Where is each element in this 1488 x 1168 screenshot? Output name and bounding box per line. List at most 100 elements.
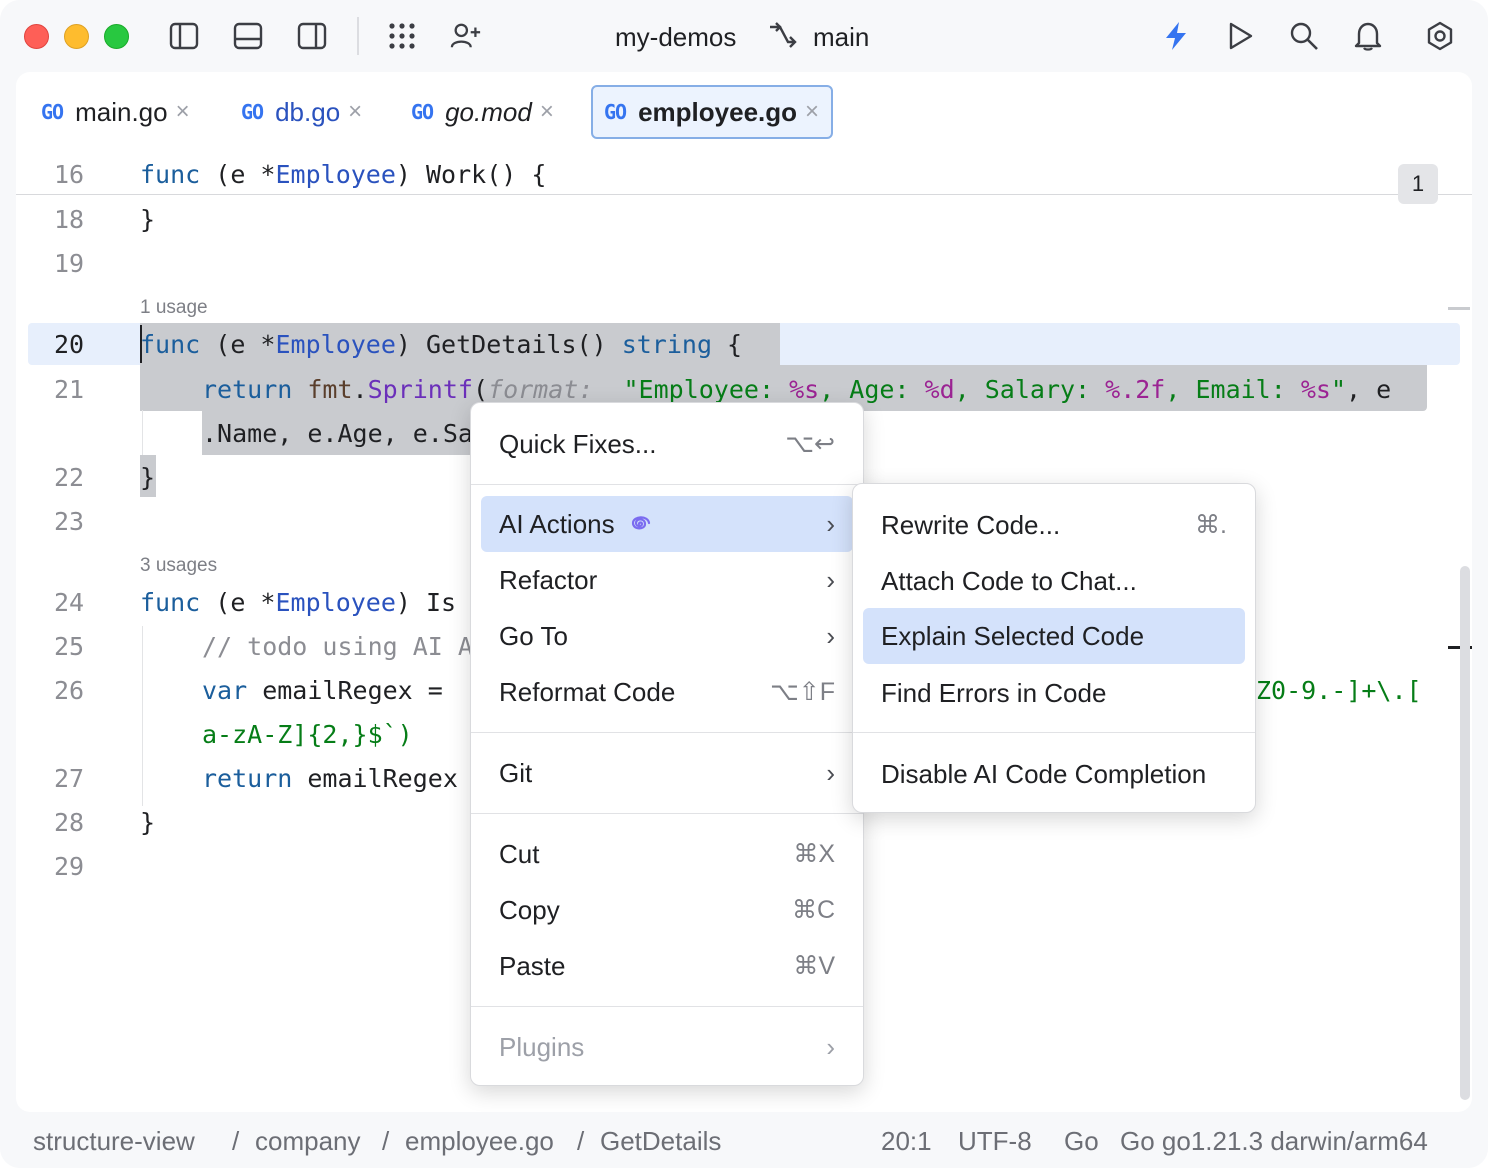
- ai-spiral-icon: [625, 511, 827, 537]
- code-line: func (e *Employee) GetDetails() string {: [140, 330, 743, 359]
- add-collaborator-icon[interactable]: [450, 20, 482, 52]
- inspection-count-badge[interactable]: 1: [1398, 164, 1438, 204]
- code-comment: // todo using AI A: [202, 632, 473, 661]
- line-number: 22: [54, 463, 85, 492]
- line-number: 28: [54, 808, 85, 837]
- code-line: }: [140, 463, 156, 492]
- indent-guide: [142, 410, 143, 455]
- tab-main-go[interactable]: GO main.go ×: [30, 85, 202, 139]
- zoom-window-button[interactable]: [104, 24, 129, 49]
- sticky-header-divider: [16, 194, 1472, 195]
- breadcrumb-item[interactable]: GetDetails: [600, 1126, 721, 1157]
- code-line: return emailRegex: [202, 764, 458, 793]
- close-window-button[interactable]: [24, 24, 49, 49]
- code-line-wrapped: .Name, e.Age, e.Sa: [202, 419, 473, 448]
- caret-position[interactable]: 20:1: [881, 1126, 932, 1157]
- run-icon[interactable]: [1224, 20, 1256, 52]
- line-number: 23: [54, 507, 85, 536]
- code-line-tail: Z0-9.-]+\.[: [1256, 676, 1422, 705]
- menu-item-attach-code-to-chat[interactable]: Attach Code to Chat...: [863, 553, 1245, 609]
- code-line: }: [140, 808, 156, 837]
- file-language[interactable]: Go: [1064, 1126, 1099, 1157]
- line-number: 29: [54, 852, 85, 881]
- chevron-right-icon: ›: [826, 564, 835, 595]
- menu-item-go-to[interactable]: Go To ›: [481, 608, 853, 664]
- tab-employee-go[interactable]: GO employee.go ×: [591, 85, 834, 139]
- menu-item-copy[interactable]: Copy ⌘C: [481, 882, 853, 938]
- code-line: func (e *Employee) Work() {: [140, 160, 547, 189]
- menu-item-rewrite-code[interactable]: Rewrite Code... ⌘.: [863, 497, 1245, 553]
- bottom-panel-toggle-icon[interactable]: [232, 20, 264, 52]
- line-number: 27: [54, 764, 85, 793]
- vertical-scrollbar[interactable]: [1460, 566, 1470, 1100]
- close-tab-icon[interactable]: ×: [540, 100, 554, 124]
- file-encoding[interactable]: UTF-8: [958, 1126, 1032, 1157]
- go-file-icon: GO: [411, 100, 434, 124]
- minimize-window-button[interactable]: [64, 24, 89, 49]
- project-name[interactable]: my-demos: [615, 22, 736, 53]
- menu-item-git[interactable]: Git ›: [481, 745, 853, 801]
- menu-item-refactor[interactable]: Refactor ›: [481, 552, 853, 608]
- search-icon[interactable]: [1288, 20, 1320, 52]
- code-line: return fmt.Sprintf(format: "Employee: %s…: [202, 375, 1392, 404]
- menu-separator: [853, 732, 1255, 733]
- lightning-icon[interactable]: [1160, 20, 1192, 52]
- menu-item-ai-actions[interactable]: AI Actions ›: [481, 496, 853, 552]
- usage-hint[interactable]: 1 usage: [140, 297, 208, 319]
- go-file-icon: GO: [241, 100, 264, 124]
- tab-label: go.mod: [445, 96, 532, 127]
- menu-item-paste[interactable]: Paste ⌘V: [481, 938, 853, 994]
- status-bar: structure-view / company / employee.go /…: [0, 1112, 1488, 1168]
- menu-separator: [471, 813, 863, 814]
- apps-grid-icon[interactable]: [386, 20, 418, 52]
- menu-item-find-errors[interactable]: Find Errors in Code: [863, 665, 1245, 721]
- chevron-right-icon: ›: [826, 508, 835, 539]
- tab-label: employee.go: [638, 96, 798, 127]
- menu-separator: [471, 1006, 863, 1007]
- right-panel-toggle-icon[interactable]: [296, 20, 328, 52]
- settings-gear-icon[interactable]: [1424, 20, 1456, 52]
- menu-item-reformat-code[interactable]: Reformat Code ⌥⇧F: [481, 664, 853, 720]
- menu-item-cut[interactable]: Cut ⌘X: [481, 826, 853, 882]
- menu-item-disable-ai-completion[interactable]: Disable AI Code Completion: [863, 746, 1245, 802]
- go-file-icon: GO: [604, 100, 627, 124]
- git-branch-name[interactable]: main: [813, 22, 869, 53]
- close-tab-icon[interactable]: ×: [176, 100, 190, 124]
- menu-item-explain-selected-code[interactable]: Explain Selected Code: [863, 608, 1245, 664]
- go-sdk-version[interactable]: Go go1.21.3 darwin/arm64: [1120, 1126, 1428, 1157]
- menu-separator: [471, 732, 863, 733]
- git-branch-icon: [766, 22, 798, 52]
- line-number: 19: [54, 249, 85, 278]
- code-line: }: [140, 205, 156, 234]
- chevron-right-icon: ›: [826, 1031, 835, 1062]
- line-number-current: 20: [54, 330, 85, 359]
- go-file-icon: GO: [41, 100, 64, 124]
- close-tab-icon[interactable]: ×: [805, 100, 819, 124]
- breadcrumb-separator: /: [382, 1126, 390, 1156]
- usage-hint[interactable]: 3 usages: [140, 555, 217, 577]
- breadcrumb-item[interactable]: company: [255, 1126, 361, 1157]
- menu-item-plugins[interactable]: Plugins ›: [481, 1019, 853, 1075]
- breadcrumb-separator: /: [232, 1126, 240, 1156]
- code-line-wrapped: a-zA-Z]{2,}$`): [202, 720, 413, 749]
- breadcrumb-item[interactable]: employee.go: [405, 1126, 554, 1157]
- tab-db-go[interactable]: GO db.go ×: [230, 85, 374, 139]
- left-panel-toggle-icon[interactable]: [168, 20, 200, 52]
- tab-go-mod[interactable]: GO go.mod ×: [400, 85, 566, 139]
- breadcrumb-separator: /: [577, 1126, 585, 1156]
- ai-actions-submenu: Rewrite Code... ⌘. Attach Code to Chat..…: [852, 483, 1256, 813]
- code-line: var emailRegex =: [202, 676, 443, 705]
- line-number: 24: [54, 588, 85, 617]
- close-tab-icon[interactable]: ×: [348, 100, 362, 124]
- indent-guide: [142, 626, 143, 806]
- menu-item-quick-fixes[interactable]: Quick Fixes... ⌥↩: [481, 416, 853, 472]
- line-number: 26: [54, 676, 85, 705]
- notifications-bell-icon[interactable]: [1352, 20, 1384, 52]
- ide-window: my-demos main GO main.go × GO db.go × GO…: [0, 0, 1488, 1168]
- breadcrumb-item[interactable]: structure-view: [33, 1126, 195, 1157]
- context-menu: Quick Fixes... ⌥↩ AI Actions › Refactor …: [470, 402, 864, 1086]
- code-line: func (e *Employee) Is: [140, 588, 457, 617]
- line-number: 21: [54, 375, 85, 404]
- line-number: 25: [54, 632, 85, 661]
- toolbar-divider: [357, 17, 359, 55]
